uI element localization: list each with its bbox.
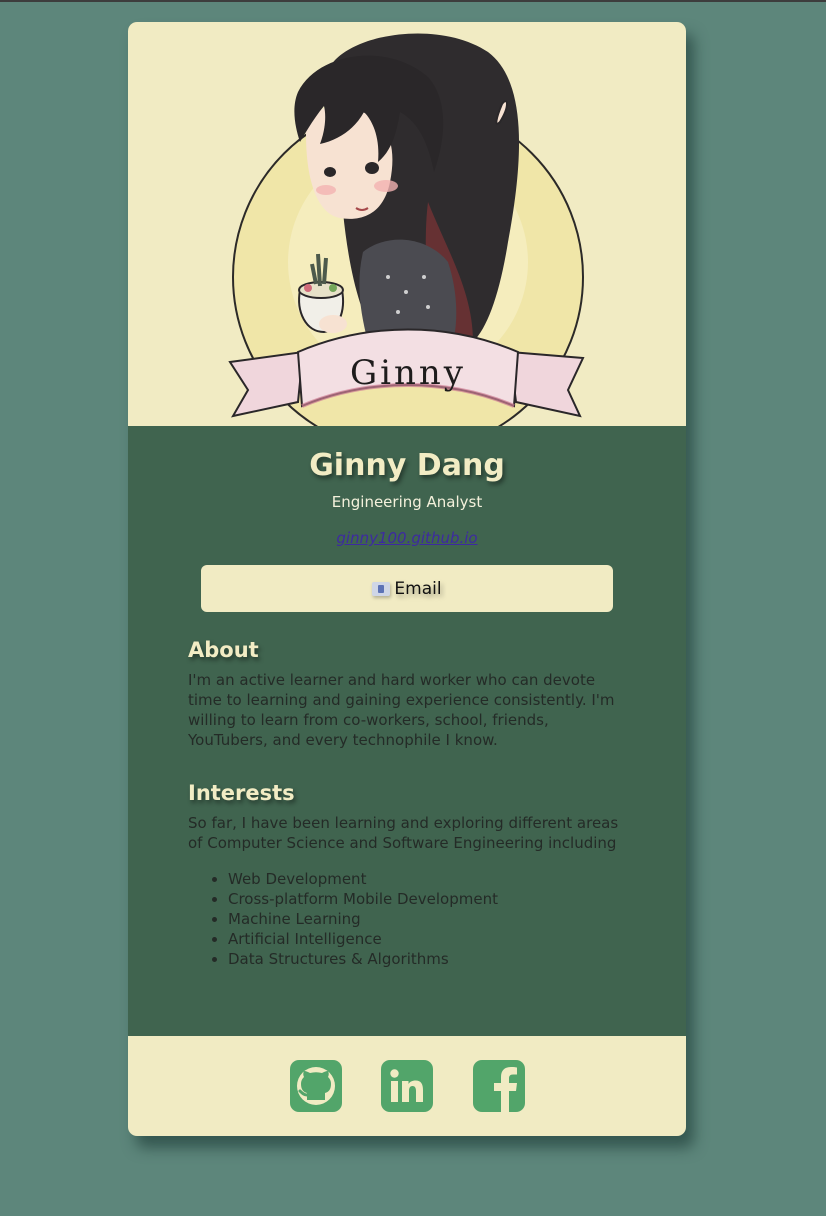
email-button-label: Email [394, 578, 442, 599]
about-heading: About [188, 638, 259, 662]
profile-info: Ginny Dang Engineering Analyst ginny100.… [128, 426, 686, 1036]
social-footer [128, 1036, 686, 1136]
profile-card: Ginny Ginny Dang Engineering Analyst gin… [128, 22, 686, 1136]
interests-intro: So far, I have been learning and explori… [188, 814, 619, 852]
github-link[interactable] [290, 1060, 342, 1112]
linkedin-link[interactable] [381, 1060, 433, 1112]
list-item: Web Development [228, 869, 498, 889]
list-item: Data Structures & Algorithms [228, 949, 498, 969]
about-text: I'm an active learner and hard worker wh… [188, 671, 615, 749]
facebook-link[interactable] [473, 1060, 525, 1112]
list-item: Artificial Intelligence [228, 929, 498, 949]
list-item: Machine Learning [228, 909, 498, 929]
portrait-image: Ginny [128, 22, 686, 426]
github-icon [290, 1060, 342, 1112]
facebook-icon [473, 1060, 525, 1112]
portrait-banner-text: Ginny [350, 353, 466, 393]
website-link[interactable]: ginny100.github.io [128, 529, 686, 547]
interests-list: Web Development Cross-platform Mobile De… [188, 869, 498, 969]
profile-role: Engineering Analyst [331, 493, 483, 511]
email-button[interactable]: Email [201, 565, 613, 612]
interests-heading: Interests [188, 781, 295, 805]
linkedin-icon [381, 1060, 433, 1112]
profile-name: Ginny Dang [309, 448, 505, 483]
email-icon [372, 581, 391, 596]
list-item: Cross-platform Mobile Development [228, 889, 498, 909]
